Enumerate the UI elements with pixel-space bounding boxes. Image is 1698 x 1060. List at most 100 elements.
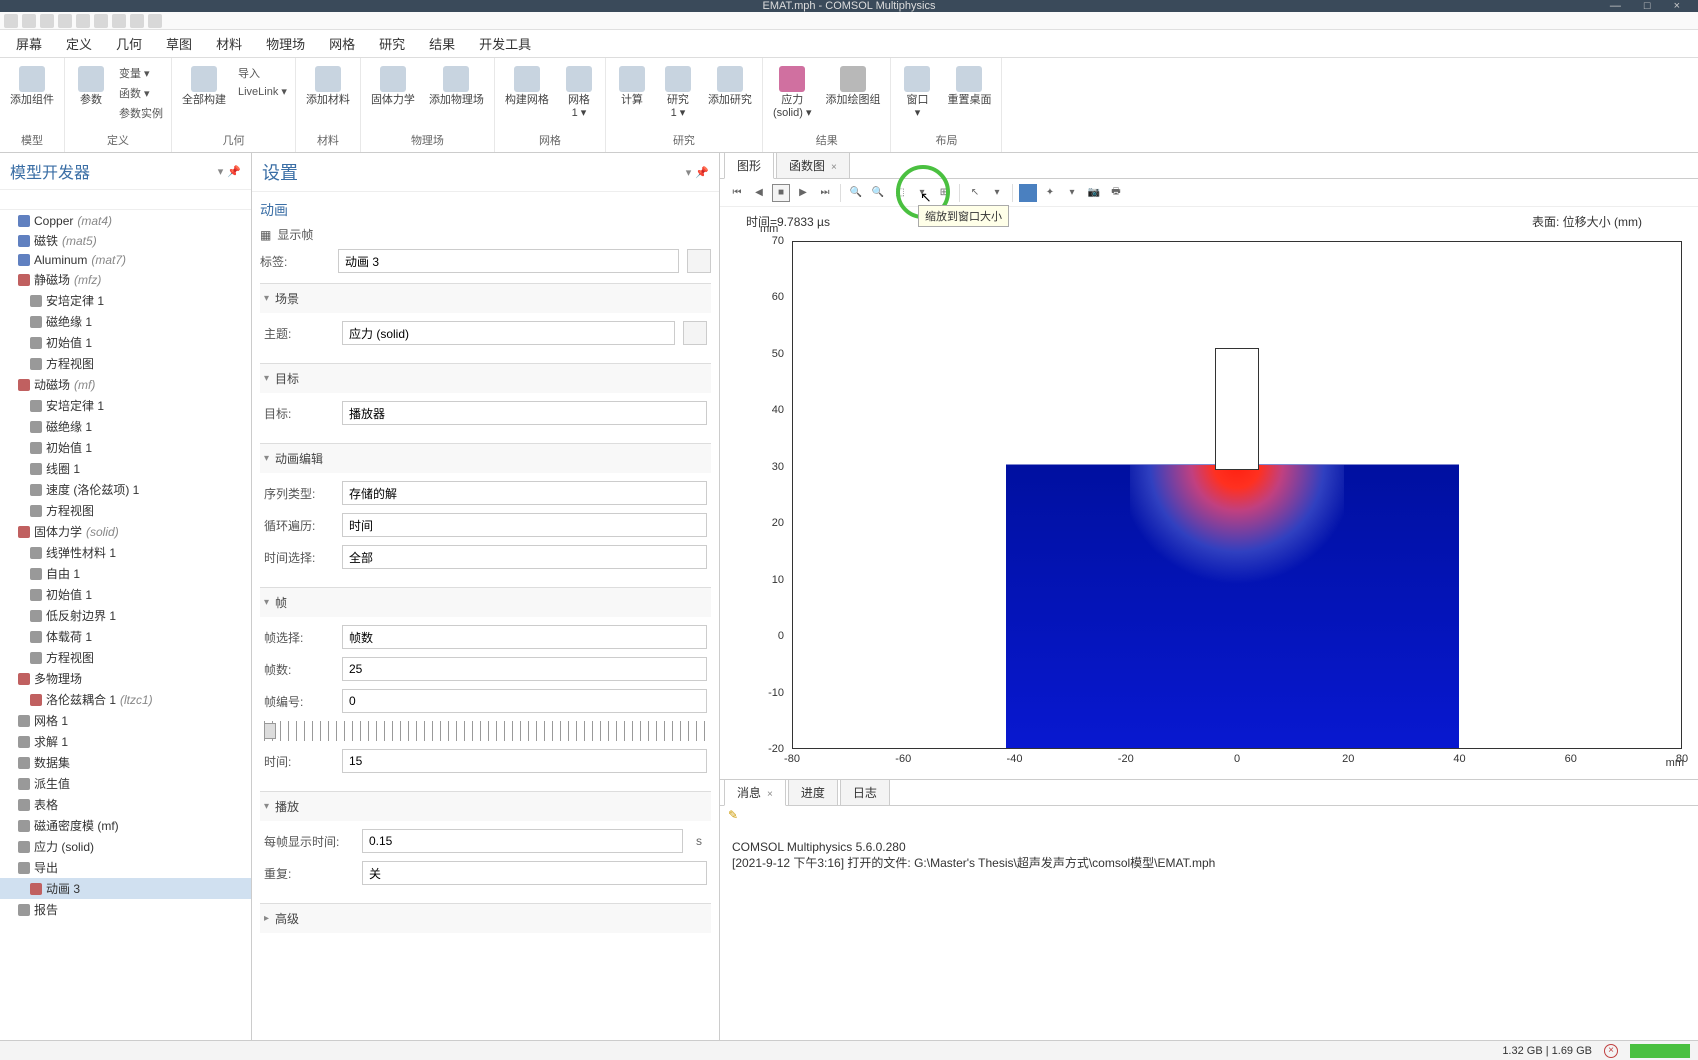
message-body[interactable]: COMSOL Multiphysics 5.6.0.280[2021-9-12 … xyxy=(720,832,1698,1040)
tree-item[interactable]: Aluminum (mat7) xyxy=(0,251,251,269)
ribbon-btn[interactable]: 参数 xyxy=(71,64,111,109)
message-tab[interactable]: 日志 xyxy=(840,779,890,805)
first-icon[interactable]: ⏮ xyxy=(728,184,746,202)
plot-area[interactable]: 时间=9.7833 µs 表面: 位移大小 (mm) mm mm 7060504… xyxy=(720,207,1698,779)
menu-材料[interactable]: 材料 xyxy=(204,30,254,57)
tree-item[interactable]: 求解 1 xyxy=(0,731,251,752)
menu-草图[interactable]: 草图 xyxy=(154,30,204,57)
tree-item[interactable]: 初始值 1 xyxy=(0,584,251,605)
close-icon[interactable]: × xyxy=(831,162,837,173)
menu-几何[interactable]: 几何 xyxy=(104,30,154,57)
tree-item[interactable]: 静磁场 (mfz) xyxy=(0,269,251,290)
seqtype-select[interactable] xyxy=(342,481,707,505)
anim-section-header[interactable]: 动画编辑 xyxy=(260,444,711,473)
tree-item[interactable]: 导出 xyxy=(0,857,251,878)
frame-slider[interactable] xyxy=(264,721,707,741)
ribbon-btn[interactable]: 添加组件 xyxy=(6,64,58,109)
ribbon-btn[interactable]: 应力(solid) ▾ xyxy=(769,64,816,122)
ribbon-btn[interactable]: 固体力学 xyxy=(367,64,419,109)
tree-item[interactable]: 网格 1 xyxy=(0,710,251,731)
tree-item[interactable]: 数据集 xyxy=(0,752,251,773)
scene-section-header[interactable]: 场景 xyxy=(260,284,711,313)
ribbon-small[interactable]: 变量 ▾ xyxy=(117,64,165,82)
timesel-select[interactable] xyxy=(342,545,707,569)
tree-item[interactable]: 应力 (solid) xyxy=(0,836,251,857)
menu-结果[interactable]: 结果 xyxy=(417,30,467,57)
ribbon-small[interactable]: LiveLink ▾ xyxy=(236,84,289,99)
framesel-select[interactable] xyxy=(342,625,707,649)
tree-item[interactable]: 动画 3 xyxy=(0,878,251,899)
tree-item[interactable]: 洛伦兹耦合 1 (ltzc1) xyxy=(0,689,251,710)
ribbon-small[interactable]: 函数 ▾ xyxy=(117,84,165,102)
qat-btn[interactable] xyxy=(130,14,144,28)
toolbar-btn[interactable] xyxy=(60,193,74,207)
menu-网格[interactable]: 网格 xyxy=(317,30,367,57)
ribbon-btn[interactable]: 重置桌面 xyxy=(943,64,995,109)
qat-btn[interactable] xyxy=(112,14,126,28)
snapshot-icon[interactable]: 📷 xyxy=(1085,184,1103,202)
tree-item[interactable]: Copper (mat4) xyxy=(0,212,251,230)
menu-开发工具[interactable]: 开发工具 xyxy=(467,30,543,57)
message-tab[interactable]: 消息× xyxy=(724,779,786,806)
pin-icon[interactable]: 📌 xyxy=(695,166,709,179)
framecount-input[interactable] xyxy=(342,657,707,681)
tree-item[interactable]: 安培定律 1 xyxy=(0,290,251,311)
print-icon[interactable]: 🖶 xyxy=(1107,184,1125,202)
qat-btn[interactable] xyxy=(22,14,36,28)
show-frame-button[interactable]: ▦ 显示帧 xyxy=(260,224,711,245)
ribbon-btn[interactable]: 网格1 ▾ xyxy=(559,64,599,122)
toolbar-btn[interactable] xyxy=(6,193,20,207)
toolbar-btn[interactable] xyxy=(78,193,92,207)
clear-icon[interactable]: ✎ xyxy=(728,808,738,822)
tree-item[interactable]: 磁绝缘 1 xyxy=(0,416,251,437)
prev-icon[interactable]: ◀ xyxy=(750,184,768,202)
play-section-header[interactable]: 播放 xyxy=(260,792,711,821)
advanced-section-header[interactable]: 高级 xyxy=(260,904,711,933)
zoom-box-icon[interactable]: ⬚ xyxy=(891,184,909,202)
tree-item[interactable]: 报告 xyxy=(0,899,251,920)
qat-btn[interactable] xyxy=(58,14,72,28)
ribbon-btn[interactable]: 添加绘图组 xyxy=(821,64,884,109)
toolbar-btn[interactable] xyxy=(24,193,38,207)
zoom-out-icon[interactable]: 🔍 xyxy=(869,184,887,202)
tree-item[interactable]: 固体力学 (solid) xyxy=(0,521,251,542)
tree-item[interactable]: 自由 1 xyxy=(0,563,251,584)
qat-btn[interactable] xyxy=(4,14,18,28)
tree-item[interactable]: 方程视图 xyxy=(0,353,251,374)
menu-定义[interactable]: 定义 xyxy=(54,30,104,57)
select-icon[interactable]: ↖ xyxy=(966,184,984,202)
target-select[interactable] xyxy=(342,401,707,425)
ribbon-btn[interactable]: 计算 xyxy=(612,64,652,109)
pin-icon[interactable]: 📌 xyxy=(227,165,241,178)
model-tree[interactable]: Copper (mat4)磁铁 (mat5)Aluminum (mat7)静磁场… xyxy=(0,210,251,1040)
scene-light-icon[interactable] xyxy=(1019,184,1037,202)
qat-btn[interactable] xyxy=(40,14,54,28)
repeat-select[interactable] xyxy=(362,861,707,885)
menu-物理场[interactable]: 物理场 xyxy=(254,30,317,57)
collapse-icon[interactable]: ▾ xyxy=(686,166,692,179)
qat-btn[interactable] xyxy=(94,14,108,28)
tree-item[interactable]: 磁铁 (mat5) xyxy=(0,230,251,251)
graphics-tab[interactable]: 函数图× xyxy=(776,152,850,178)
tree-item[interactable]: 表格 xyxy=(0,794,251,815)
qat-btn[interactable] xyxy=(76,14,90,28)
tree-item[interactable]: 初始值 1 xyxy=(0,332,251,353)
play-icon[interactable]: ▶ xyxy=(794,184,812,202)
ribbon-small[interactable]: 参数实例 xyxy=(117,104,165,122)
tree-item[interactable]: 低反射边界 1 xyxy=(0,605,251,626)
tree-item[interactable]: 速度 (洛伦兹项) 1 xyxy=(0,479,251,500)
tree-item[interactable]: 派生值 xyxy=(0,773,251,794)
collapse-icon[interactable]: ▾ xyxy=(218,165,224,178)
ribbon-btn[interactable]: 添加物理场 xyxy=(425,64,488,109)
tag-input[interactable] xyxy=(338,249,679,273)
stop-icon[interactable]: ■ xyxy=(772,184,790,202)
tree-item[interactable]: 磁通密度模 (mf) xyxy=(0,815,251,836)
plot-canvas[interactable]: mm mm 706050403020100-10-20 -80-60-40-20… xyxy=(760,241,1682,749)
tree-item[interactable]: 多物理场 xyxy=(0,668,251,689)
tree-item[interactable]: 体载荷 1 xyxy=(0,626,251,647)
graphics-tab[interactable]: 图形 xyxy=(724,152,774,179)
qat-btn[interactable] xyxy=(148,14,162,28)
frames-section-header[interactable]: 帧 xyxy=(260,588,711,617)
ribbon-small[interactable]: 导入 xyxy=(236,64,289,82)
last-icon[interactable]: ⏭ xyxy=(816,184,834,202)
